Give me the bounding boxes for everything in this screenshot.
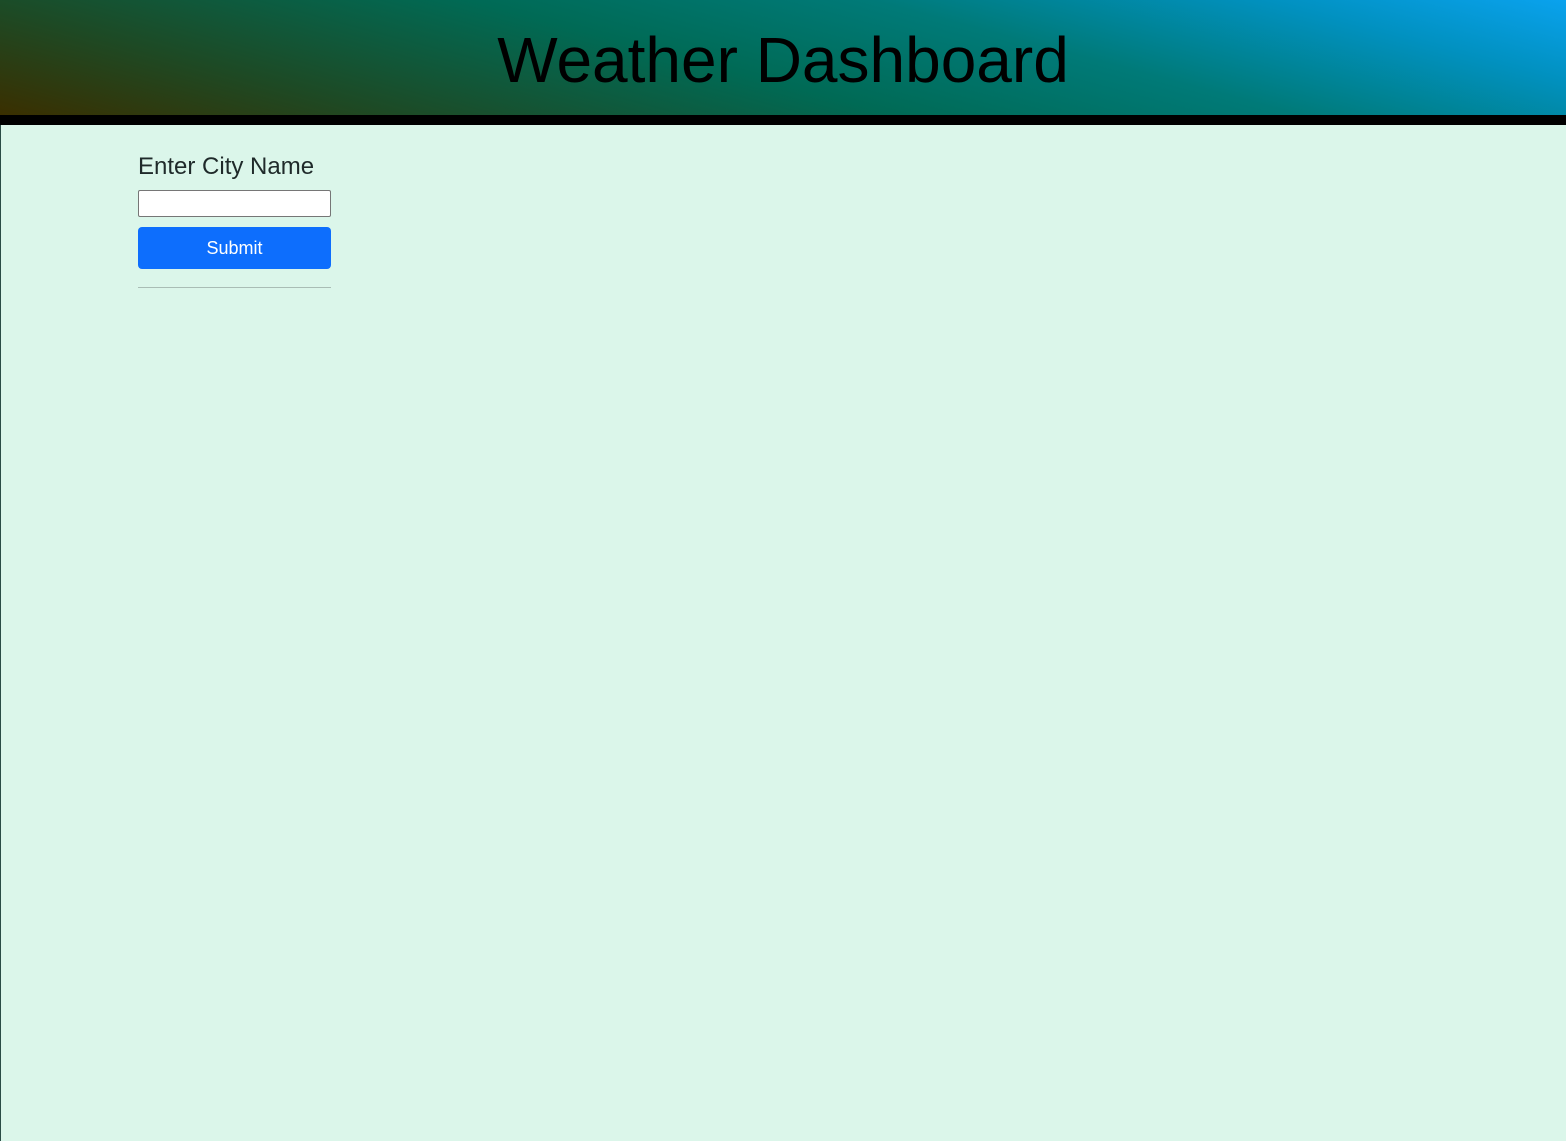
page-header: Weather Dashboard <box>0 0 1566 115</box>
city-search-panel: Enter City Name Submit <box>138 150 331 288</box>
page-title: Weather Dashboard <box>497 23 1069 96</box>
search-history-divider <box>138 287 331 288</box>
submit-button[interactable]: Submit <box>138 227 331 269</box>
city-name-label: Enter City Name <box>138 153 315 180</box>
window-left-edge <box>0 125 1 1141</box>
city-name-input[interactable] <box>138 190 331 217</box>
header-divider <box>0 115 1566 125</box>
